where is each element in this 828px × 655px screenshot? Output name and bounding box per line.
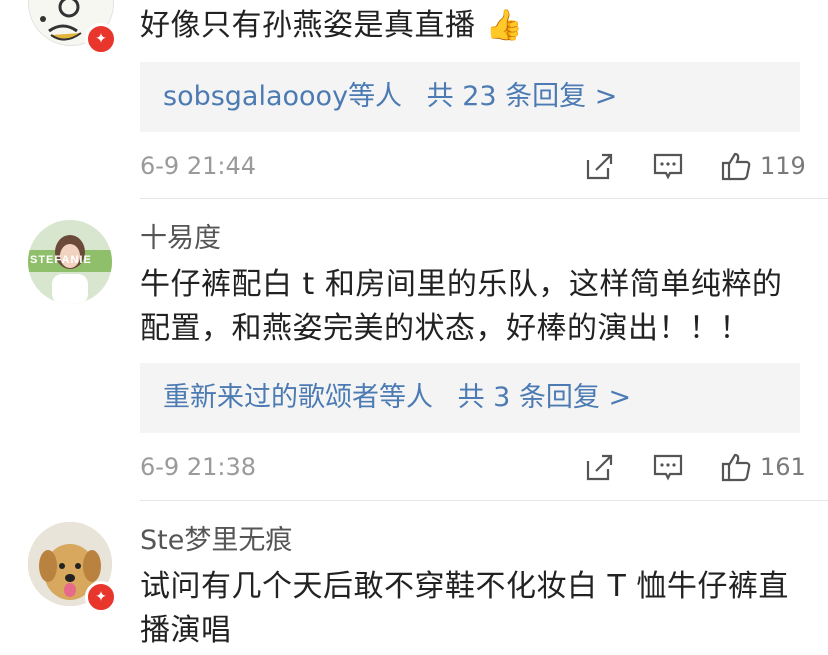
like-count: 119 bbox=[760, 152, 806, 180]
reply-users[interactable]: 重新来过的歌颂者 bbox=[163, 382, 379, 413]
verified-badge-icon: ✦ bbox=[85, 23, 117, 55]
thumbs-up-emoji-icon: 👍 bbox=[485, 8, 524, 43]
reply-count-link[interactable]: 共 3 条回复 > bbox=[458, 382, 632, 413]
comment-text: 试问有几个天后敢不穿鞋不化妆白 T 恤牛仔裤直播演唱 bbox=[140, 569, 789, 648]
share-icon[interactable] bbox=[584, 451, 616, 483]
reply-users[interactable]: sobsgalaoooy bbox=[163, 81, 348, 112]
comment-icon[interactable] bbox=[652, 150, 684, 182]
avatar[interactable]: STEFANIE bbox=[28, 220, 112, 304]
reply-suffix: 等人 bbox=[379, 382, 433, 413]
reply-count-link[interactable]: 共 23 条回复 > bbox=[427, 81, 618, 112]
comment-icon[interactable] bbox=[652, 451, 684, 483]
avatar-watermark-text: STEFANIE bbox=[30, 254, 92, 266]
reply-summary[interactable]: sobsgalaoooy等人 共 23 条回复 > bbox=[140, 62, 800, 132]
comment-time: 6-9 21:44 bbox=[140, 152, 256, 180]
comment-text: 好像只有孙燕姿是真直播 👍 bbox=[140, 8, 524, 43]
like-icon[interactable] bbox=[720, 150, 752, 182]
like-count: 161 bbox=[760, 453, 806, 481]
verified-badge-icon: ✦ bbox=[85, 581, 117, 613]
comment-time: 6-9 21:38 bbox=[140, 453, 256, 481]
comment-meta: 6-9 21:38 161 bbox=[140, 449, 806, 485]
reply-summary[interactable]: 重新来过的歌颂者等人 共 3 条回复 > bbox=[140, 363, 800, 433]
username[interactable]: Ste梦里无痕 bbox=[140, 524, 292, 558]
comment-meta: 6-9 21:44 119 bbox=[140, 148, 806, 184]
divider bbox=[140, 198, 828, 199]
reply-suffix: 等人 bbox=[348, 81, 403, 112]
share-icon[interactable] bbox=[584, 150, 616, 182]
comment-text: 牛仔裤配白 t 和房间里的乐队，这样简单纯粹的配置，和燕姿完美的状态，好棒的演出… bbox=[140, 267, 783, 346]
comment-feed: ✦ 好像只有孙燕姿是真直播 👍 sobsgalaoooy等人 共 23 条回复 … bbox=[0, 0, 828, 655]
like-icon[interactable] bbox=[720, 451, 752, 483]
divider bbox=[140, 500, 828, 501]
username[interactable]: 十易度 bbox=[140, 222, 221, 256]
